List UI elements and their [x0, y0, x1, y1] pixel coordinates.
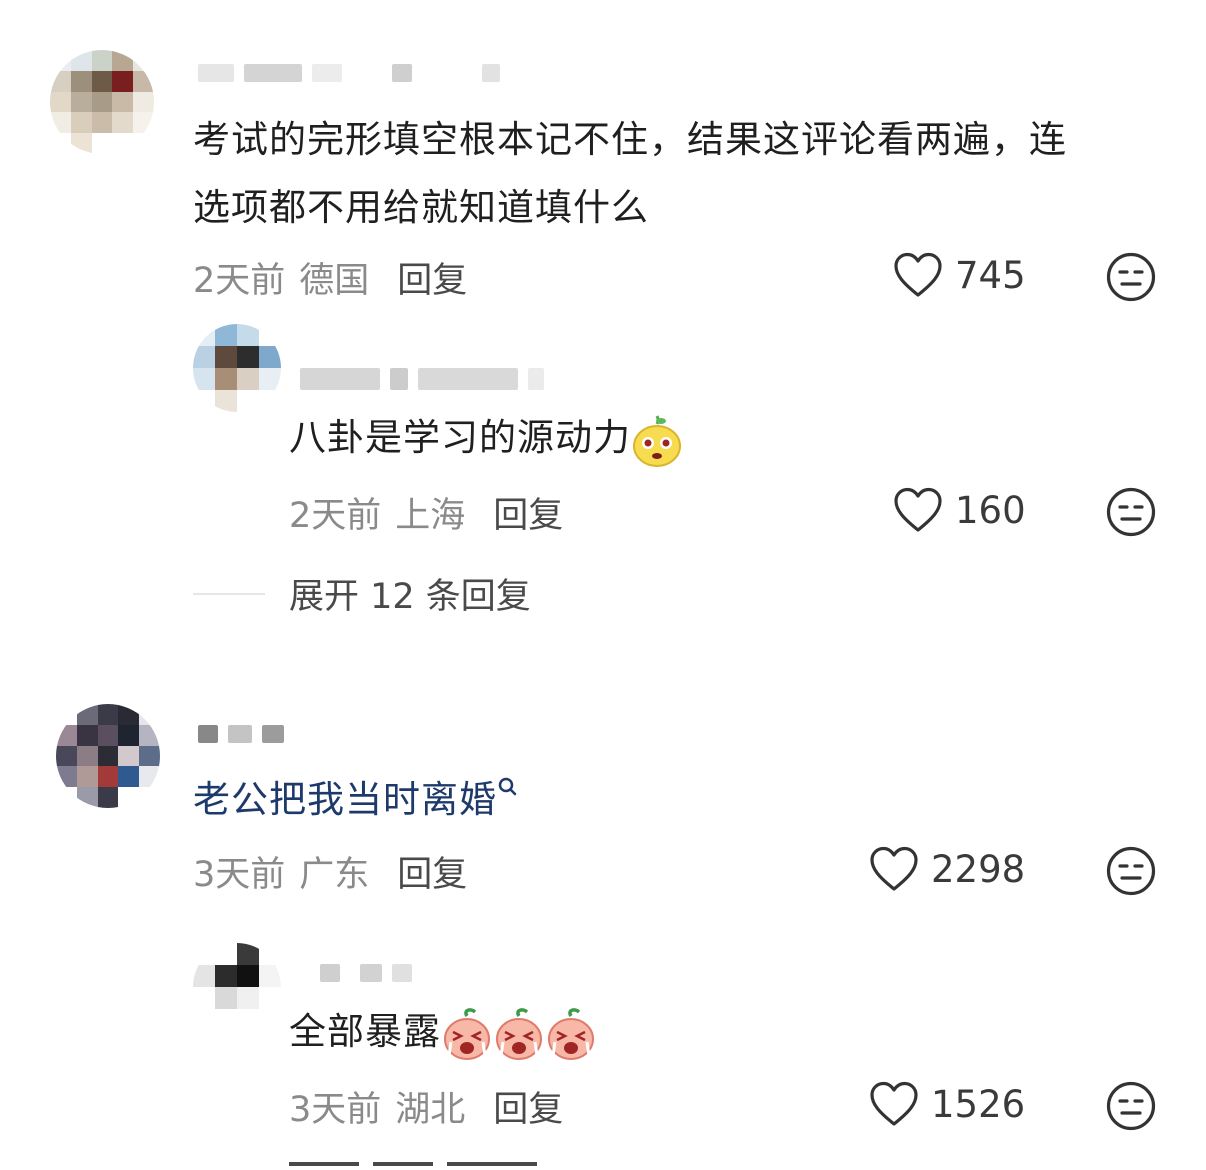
username-blurred[interactable] [300, 368, 544, 390]
crying-peach-emoji [444, 1007, 490, 1060]
reply-time: 3天前 [289, 1090, 382, 1130]
avatar[interactable] [193, 943, 281, 1031]
like-count: 2298 [931, 847, 1026, 891]
dislike-face-icon[interactable] [1106, 252, 1156, 302]
username-blurred[interactable] [320, 964, 412, 982]
username-blurred[interactable] [198, 64, 500, 82]
expand-replies-button[interactable]: 展开 12 条回复 [193, 568, 531, 619]
like-count: 160 [955, 488, 1026, 532]
comment-text[interactable]: 老公把我当时离婚 [193, 766, 517, 834]
comment-location: 德国 [299, 261, 370, 301]
avatar[interactable] [50, 50, 154, 154]
username-blurred[interactable] [198, 725, 284, 743]
heart-icon [894, 487, 942, 532]
like-count: 1526 [931, 1082, 1026, 1126]
divider [193, 592, 265, 595]
heart-icon [870, 846, 918, 891]
expand-label: 展开 12 条回复 [289, 577, 531, 617]
reply-meta: 3天前 湖北 回复 [289, 1081, 563, 1132]
like-button[interactable]: 160 [893, 487, 1026, 533]
comment-location: 广东 [299, 855, 370, 895]
dislike-face-icon[interactable] [1106, 487, 1156, 537]
avatar[interactable] [56, 704, 160, 808]
reply-location: 上海 [395, 496, 466, 536]
like-count: 745 [955, 253, 1026, 297]
yellow-face-emoji [633, 414, 681, 467]
reply-button[interactable]: 回复 [397, 261, 467, 301]
like-button[interactable]: 1526 [869, 1081, 1025, 1127]
reply-button[interactable]: 回复 [493, 1090, 563, 1130]
reply-text: 全部暴露 [289, 998, 597, 1066]
crying-peach-emoji [496, 1007, 542, 1060]
avatar[interactable] [193, 324, 281, 412]
like-button[interactable]: 2298 [869, 846, 1025, 892]
crying-peach-emoji [548, 1007, 594, 1060]
comment-text: 考试的完形填空根本记不住，结果这评论看两遍，连 选项都不用给就知道填什么 [193, 118, 1067, 229]
comment-meta: 2天前 德国 回复 [193, 252, 467, 303]
heart-icon [870, 1081, 918, 1126]
comment-time: 3天前 [193, 855, 286, 895]
reply-location: 湖北 [395, 1090, 466, 1130]
like-button[interactable]: 745 [893, 252, 1026, 298]
dislike-face-icon[interactable] [1106, 846, 1156, 896]
reply-button[interactable]: 回复 [493, 496, 563, 536]
reply-time: 2天前 [289, 496, 382, 536]
reply-text: 八卦是学习的源动力 [289, 404, 683, 472]
heart-icon [894, 252, 942, 297]
emoji-group [441, 1007, 597, 1060]
comment-time: 2天前 [193, 261, 286, 301]
cut-off-next-row [289, 1162, 549, 1170]
dislike-face-icon[interactable] [1106, 1081, 1156, 1131]
reply-meta: 2天前 上海 回复 [289, 487, 563, 538]
comment-meta: 3天前 广东 回复 [193, 846, 467, 897]
reply-button[interactable]: 回复 [397, 855, 467, 895]
search-icon[interactable] [497, 776, 517, 816]
